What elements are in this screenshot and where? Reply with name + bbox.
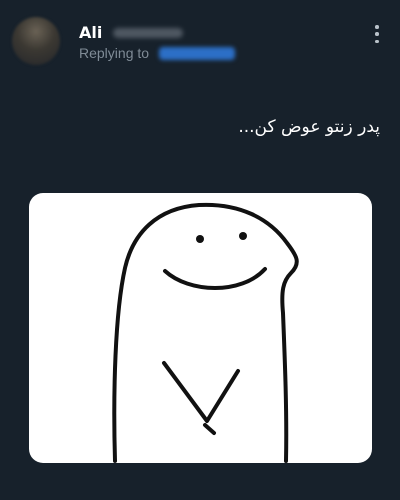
left-eye xyxy=(196,235,204,243)
right-eye xyxy=(239,232,247,240)
flork-drawing xyxy=(112,202,299,463)
tweet-view: Ali Replying to پدر زنتو عوض کن... xyxy=(0,0,400,500)
tweet-image[interactable] xyxy=(29,193,372,463)
author-name[interactable]: Ali xyxy=(79,24,102,42)
reply-handle-redacted[interactable] xyxy=(159,47,235,60)
author-handle-redacted xyxy=(113,28,183,38)
replying-to-label: Replying to xyxy=(79,45,150,61)
avatar[interactable] xyxy=(12,17,60,65)
tweet-header: Ali Replying to xyxy=(0,0,400,80)
tweet-text: پدر زنتو عوض کن... xyxy=(238,117,380,137)
more-vertical-icon[interactable] xyxy=(373,25,381,43)
